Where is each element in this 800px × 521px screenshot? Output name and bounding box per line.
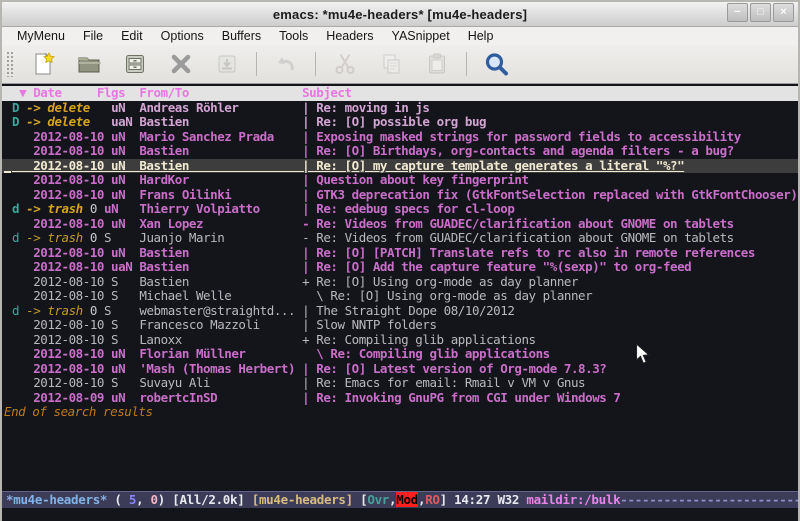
mode-line[interactable]: *mu4e-headers* ( 5, 0) [All/2.0k] [mu4e-… bbox=[2, 491, 798, 508]
point-cursor bbox=[4, 171, 11, 173]
menu-item-mymenu[interactable]: MyMenu bbox=[8, 28, 74, 44]
modeline-segment-def: [ bbox=[353, 492, 367, 507]
save-as-button[interactable] bbox=[212, 49, 242, 79]
column-header-line: ▼ Date Flgs From/To Subject bbox=[2, 86, 798, 101]
message-row[interactable]: 2012-08-10 uN Xan Lopez - Re: Videos fro… bbox=[2, 217, 798, 232]
cut-button[interactable] bbox=[330, 49, 360, 79]
message-row[interactable]: 2012-08-10 uN Florian Müllner \ Re: Comp… bbox=[2, 347, 798, 362]
message-row[interactable]: 2012-08-10 uN HardKor | Question about k… bbox=[2, 173, 798, 188]
modeline-segment-def: , bbox=[136, 492, 150, 507]
new-file-button[interactable] bbox=[28, 49, 58, 79]
message-row[interactable]: D -> delete uaN Bastien | Re: [O] possib… bbox=[2, 115, 798, 130]
message-row[interactable]: 2012-08-10 S Lanoxx + Re: Compiling glib… bbox=[2, 333, 798, 348]
message-row[interactable]: d -> trash 0 uN Thierry Volpiatto | Re: … bbox=[2, 202, 798, 217]
cut-icon bbox=[332, 51, 358, 77]
save-icon bbox=[122, 51, 148, 77]
copy-icon bbox=[378, 51, 404, 77]
mouse-cursor bbox=[635, 343, 650, 365]
close-button[interactable]: × bbox=[773, 3, 794, 22]
toolbar-separator bbox=[256, 52, 257, 76]
open-folder-button[interactable] bbox=[74, 49, 104, 79]
modeline-segment-def: ( bbox=[107, 492, 129, 507]
message-row[interactable]: 2012-08-10 S Suvayu Ali | Re: Emacs for … bbox=[2, 376, 798, 391]
title-bar[interactable]: emacs: *mu4e-headers* [mu4e-headers] − □… bbox=[2, 2, 798, 27]
open-folder-icon bbox=[76, 51, 102, 77]
message-row[interactable]: 2012-08-10 S Francesco Mazzoli | Slow NN… bbox=[2, 318, 798, 333]
modeline-segment-n5: 5 bbox=[129, 492, 136, 507]
modeline-segment-dash: -------------------------------- bbox=[620, 492, 798, 507]
message-row[interactable]: 2012-08-10 S Bastien + Re: [O] Using org… bbox=[2, 275, 798, 290]
menu-item-edit[interactable]: Edit bbox=[112, 28, 152, 44]
toolbar-separator bbox=[315, 52, 316, 76]
emacs-window: emacs: *mu4e-headers* [mu4e-headers] − □… bbox=[0, 0, 800, 521]
end-of-results: End of search results bbox=[2, 405, 798, 420]
menu-item-options[interactable]: Options bbox=[152, 28, 213, 44]
paste-button[interactable] bbox=[422, 49, 452, 79]
echo-area[interactable] bbox=[2, 508, 798, 521]
search-icon bbox=[483, 51, 510, 78]
headers-buffer[interactable]: ▼ Date Flgs From/To Subject D -> delete … bbox=[2, 84, 798, 491]
menu-item-headers[interactable]: Headers bbox=[317, 28, 382, 44]
message-row[interactable]: d -> trash 0 S webmaster@straightd... | … bbox=[2, 304, 798, 319]
message-row[interactable]: 2012-08-10 uaN Bastien | Re: [O] Add the… bbox=[2, 260, 798, 275]
menu-item-yasnippet[interactable]: YASnippet bbox=[383, 28, 459, 44]
menu-bar: MyMenuFileEditOptionsBuffersToolsHeaders… bbox=[2, 27, 798, 45]
maximize-button[interactable]: □ bbox=[750, 3, 771, 22]
modeline-segment-mode: [mu4e-headers] bbox=[252, 492, 353, 507]
window-title: emacs: *mu4e-headers* [mu4e-headers] bbox=[2, 7, 798, 22]
minimize-button[interactable]: − bbox=[727, 3, 748, 22]
message-row[interactable]: d -> trash 0 S Juanjo Marin - Re: Videos… bbox=[2, 231, 798, 246]
close-buffer-button[interactable] bbox=[166, 49, 196, 79]
toolbar-grip-handle[interactable] bbox=[6, 51, 14, 77]
close-buffer-icon bbox=[168, 51, 194, 77]
toolbar bbox=[2, 45, 798, 84]
paste-icon bbox=[424, 51, 450, 77]
message-row-current[interactable]: 2012-08-10 uN Bastien | Re: [O] my captu… bbox=[2, 159, 798, 174]
message-row[interactable]: 2012-08-10 uN Frans Oilinki | GTK3 depre… bbox=[2, 188, 798, 203]
message-row[interactable]: 2012-08-09 uN robertcInSD | Re: Invoking… bbox=[2, 391, 798, 406]
save-button[interactable] bbox=[120, 49, 150, 79]
new-file-icon bbox=[30, 51, 56, 77]
message-row[interactable]: D -> delete uN Andreas Röhler | Re: movi… bbox=[2, 101, 798, 116]
search-button[interactable] bbox=[481, 49, 511, 79]
message-list: D -> delete uN Andreas Röhler | Re: movi… bbox=[2, 101, 798, 406]
undo-icon bbox=[273, 51, 299, 77]
save-as-icon bbox=[214, 51, 240, 77]
modeline-segment-n0: 0 bbox=[151, 492, 158, 507]
modeline-segment-dir: maildir:/bulk bbox=[526, 492, 620, 507]
modeline-segment-ovr: Ovr bbox=[367, 492, 389, 507]
message-row[interactable]: 2012-08-10 S Michael Welle \ Re: [O] Usi… bbox=[2, 289, 798, 304]
message-row[interactable]: 2012-08-10 uN Bastien | Re: [O] Birthday… bbox=[2, 144, 798, 159]
menu-item-help[interactable]: Help bbox=[459, 28, 503, 44]
modeline-segment-def: ] 14:27 W32 bbox=[440, 492, 527, 507]
modeline-segment-def: ) [All/2.0k] bbox=[158, 492, 252, 507]
window-controls: − □ × bbox=[727, 3, 794, 22]
message-row[interactable]: 2012-08-10 uN 'Mash (Thomas Herbert) | R… bbox=[2, 362, 798, 377]
menu-item-file[interactable]: File bbox=[74, 28, 112, 44]
menu-item-tools[interactable]: Tools bbox=[270, 28, 317, 44]
menu-item-buffers[interactable]: Buffers bbox=[213, 28, 270, 44]
modeline-segment-ro: RO bbox=[425, 492, 439, 507]
toolbar-separator bbox=[466, 52, 467, 76]
message-row[interactable]: 2012-08-10 uN Bastien | Re: [O] [PATCH] … bbox=[2, 246, 798, 261]
modeline-segment-mod: Mod bbox=[396, 492, 418, 507]
modeline-segment-buf: *mu4e-headers* bbox=[6, 492, 107, 507]
undo-button[interactable] bbox=[271, 49, 301, 79]
copy-button[interactable] bbox=[376, 49, 406, 79]
message-row[interactable]: 2012-08-10 uN Mario Sanchez Prada | Expo… bbox=[2, 130, 798, 145]
